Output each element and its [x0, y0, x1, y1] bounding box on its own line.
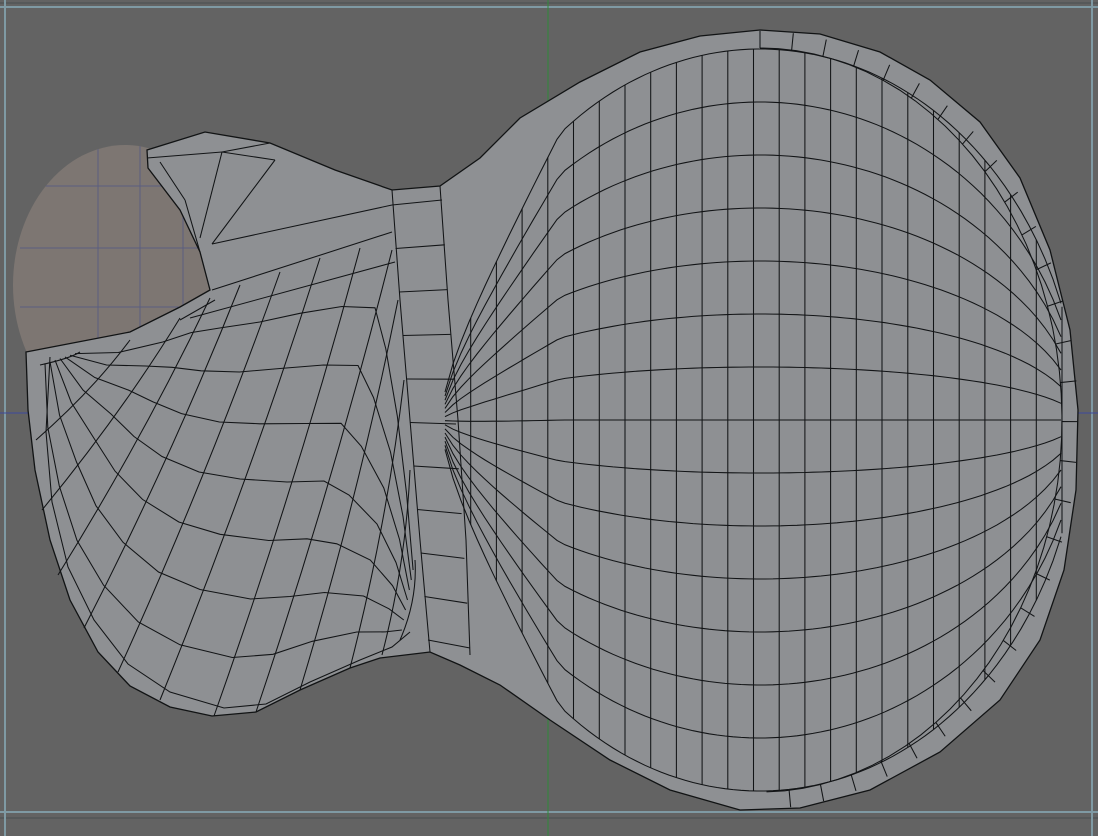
3d-viewport[interactable]	[0, 0, 1098, 836]
guitar-body-mesh[interactable]	[25, 29, 1079, 811]
viewport-canvas[interactable]	[0, 0, 1098, 836]
